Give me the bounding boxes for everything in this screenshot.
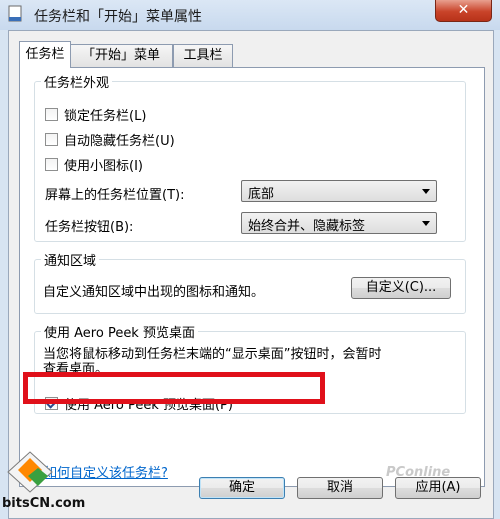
taskbar-location-value: 底部 <box>248 187 275 202</box>
tab-toolbars[interactable]: 工具栏 <box>173 44 233 67</box>
taskbar-buttons-value: 始终合并、隐藏标签 <box>248 219 366 234</box>
bitscn-text: bitsCN.com <box>2 496 86 511</box>
dialog-client-area: 任务栏 「开始」菜单 工具栏 任务栏外观 锁定任务栏(L) 自动隐藏任务栏(U)… <box>8 30 494 519</box>
window-title: 任务栏和「开始」菜单属性 <box>34 9 202 25</box>
small-icons-checkbox[interactable] <box>45 157 58 171</box>
tab-start-menu[interactable]: 「开始」菜单 <box>69 44 173 67</box>
bitscn-logo-icon <box>7 451 53 493</box>
pconline-watermark: PConline <box>386 465 451 480</box>
taskbar-buttons-select[interactable]: 始终合并、隐藏标签 <box>241 212 437 234</box>
taskbar-properties-icon <box>8 5 22 22</box>
lock-taskbar-label: 锁定任务栏(L) <box>64 108 147 124</box>
group-title-appearance: 任务栏外观 <box>44 76 110 91</box>
chevron-down-icon <box>422 221 430 226</box>
bitscn-watermark: bitsCN.com <box>0 450 90 517</box>
lock-taskbar-checkbox[interactable] <box>45 107 58 121</box>
tab-panel: 任务栏外观 锁定任务栏(L) 自动隐藏任务栏(U) 使用小图标(I) 屏幕上的任… <box>19 67 485 487</box>
autohide-checkbox[interactable] <box>45 132 58 146</box>
group-title-aero: 使用 Aero Peek 预览桌面 <box>44 326 195 341</box>
ok-button[interactable]: 确定 <box>199 477 285 499</box>
location-label: 屏幕上的任务栏位置(T): <box>45 188 185 203</box>
small-icons-option[interactable]: 使用小图标(I) <box>45 155 143 174</box>
tab-taskbar[interactable]: 任务栏 <box>19 41 71 68</box>
lock-taskbar-option[interactable]: 锁定任务栏(L) <box>45 105 147 124</box>
chevron-down-icon <box>422 189 430 194</box>
notification-description: 自定义通知区域中出现的图标和通知。 <box>43 285 265 300</box>
close-button[interactable]: ✕ <box>435 0 492 22</box>
taskbar-location-select[interactable]: 底部 <box>241 180 437 202</box>
aero-description-line1: 当您将鼠标移动到任务栏末端的“显示桌面”按钮时，会暂时 <box>43 347 382 362</box>
cancel-button[interactable]: 取消 <box>297 477 383 499</box>
customize-button[interactable]: 自定义(C)... <box>351 277 451 299</box>
group-title-notification: 通知区域 <box>44 254 97 269</box>
highlight-box <box>23 372 325 404</box>
group-taskbar-appearance: 任务栏外观 锁定任务栏(L) 自动隐藏任务栏(U) 使用小图标(I) 屏幕上的任… <box>34 72 466 242</box>
autohide-option[interactable]: 自动隐藏任务栏(U) <box>45 130 175 149</box>
title-bar: 任务栏和「开始」菜单属性 ✕ <box>0 0 500 30</box>
small-icons-label: 使用小图标(I) <box>64 158 143 174</box>
autohide-label: 自动隐藏任务栏(U) <box>64 133 175 149</box>
buttons-label: 任务栏按钮(B): <box>45 220 134 235</box>
group-notification-area: 通知区域 自定义通知区域中出现的图标和通知。 自定义(C)... <box>34 250 466 314</box>
apply-button[interactable]: 应用(A) <box>395 477 481 499</box>
